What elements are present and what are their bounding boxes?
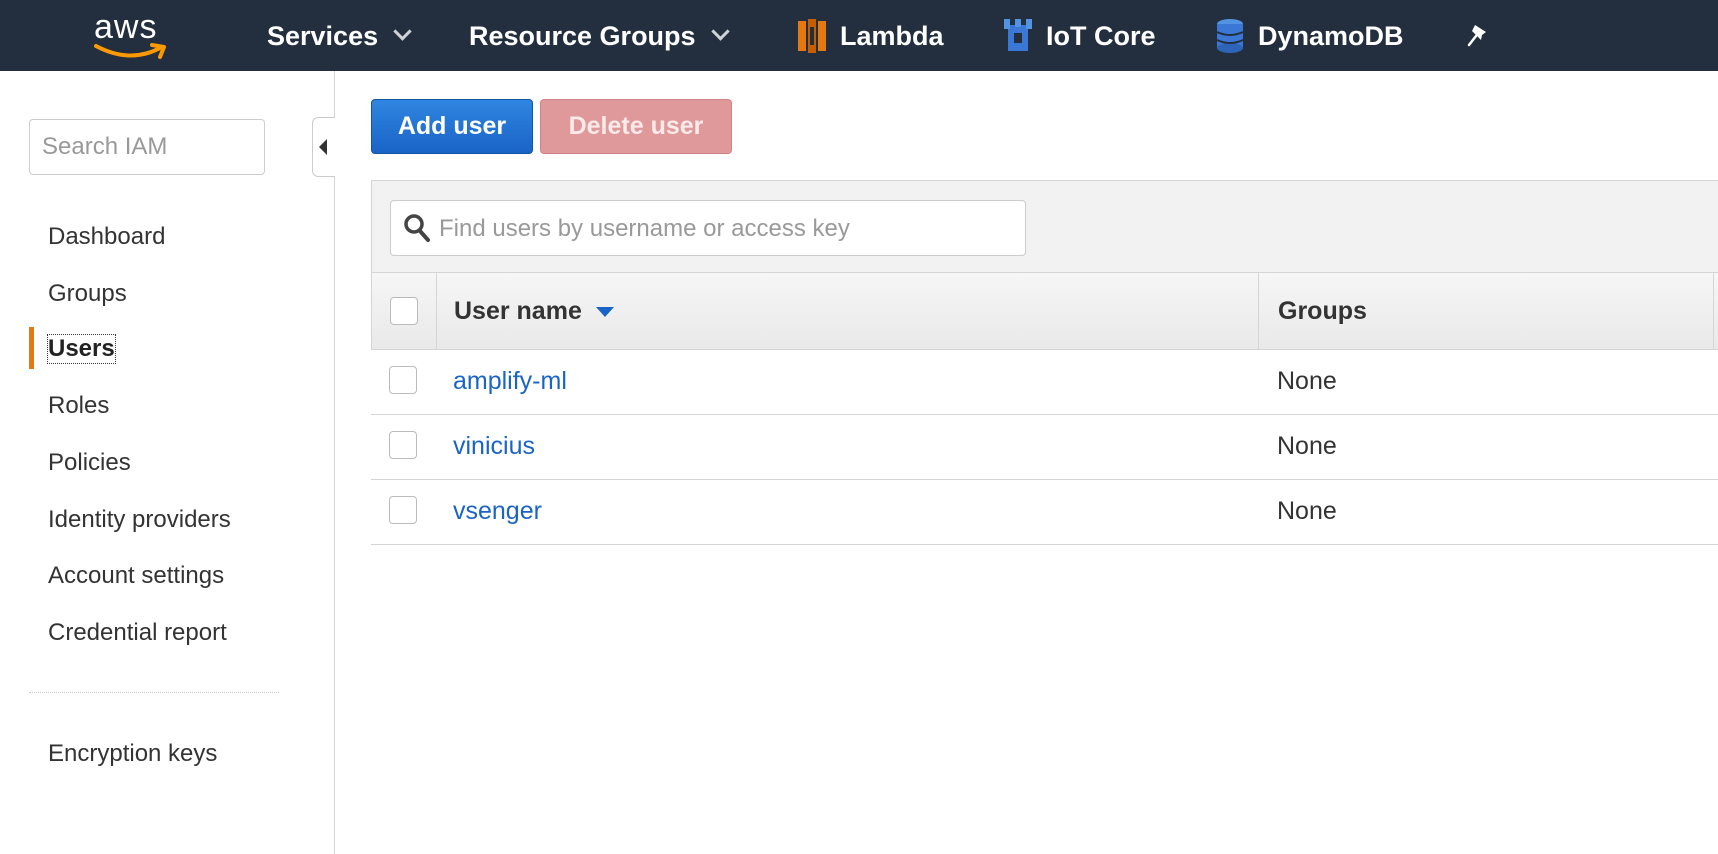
delete-user-button[interactable]: Delete user <box>540 99 732 154</box>
add-user-button[interactable]: Add user <box>371 99 533 154</box>
aws-smile-icon <box>94 43 166 59</box>
column-header-label: User name <box>454 297 582 325</box>
select-all-checkbox[interactable] <box>390 297 418 325</box>
column-divider <box>1258 273 1259 349</box>
sidebar-item-encryption-keys[interactable]: Encryption keys <box>48 740 217 768</box>
sidebar-item-dashboard[interactable]: Dashboard <box>48 223 165 251</box>
sidebar-item-users[interactable]: Users <box>47 334 116 364</box>
chevron-down-icon <box>710 21 730 41</box>
shortcut-label: Lambda <box>840 20 944 51</box>
find-users-search[interactable] <box>390 200 1026 257</box>
user-name-link[interactable]: vinicius <box>453 432 535 461</box>
shortcut-lambda[interactable]: Lambda <box>796 18 944 54</box>
search-iam-input[interactable] <box>29 119 265 175</box>
sidebar-divider <box>29 692 279 693</box>
user-name-link[interactable]: amplify-ml <box>453 367 567 396</box>
sidebar-item-groups[interactable]: Groups <box>48 280 127 308</box>
user-name-link[interactable]: vsenger <box>453 497 542 526</box>
shortcut-iot-core[interactable]: IoT Core <box>1002 18 1156 54</box>
row-checkbox[interactable] <box>389 496 417 524</box>
shortcut-label: DynamoDB <box>1258 20 1404 51</box>
collapse-sidebar-button[interactable] <box>312 117 335 177</box>
dynamodb-icon <box>1216 19 1244 53</box>
row-checkbox[interactable] <box>389 366 417 394</box>
iot-core-icon <box>1004 19 1032 51</box>
find-users-input[interactable] <box>437 201 1021 257</box>
pin-button[interactable] <box>1466 18 1490 54</box>
table-row: amplify-ml None <box>371 350 1718 415</box>
sidebar-item-roles[interactable]: Roles <box>48 392 109 420</box>
search-icon <box>404 214 430 242</box>
chevron-down-icon <box>393 21 412 41</box>
shortcut-dynamodb[interactable]: DynamoDB <box>1214 18 1404 54</box>
pin-icon <box>1467 25 1486 47</box>
iam-sidebar: Dashboard Groups Users Roles Policies Id… <box>0 71 335 854</box>
sidebar-item-credential-report[interactable]: Credential report <box>48 619 227 647</box>
user-groups-cell: None <box>1277 497 1337 525</box>
column-divider <box>1713 273 1714 349</box>
select-all-cell <box>372 273 437 349</box>
active-item-indicator <box>29 327 34 369</box>
column-header-groups[interactable]: Groups <box>1278 297 1367 326</box>
sort-descending-icon[interactable] <box>595 306 614 317</box>
sidebar-item-policies[interactable]: Policies <box>48 449 131 477</box>
row-checkbox[interactable] <box>389 431 417 459</box>
services-label: Services <box>267 20 379 51</box>
table-header: User name Groups <box>371 273 1718 350</box>
table-row: vsenger None <box>371 480 1718 545</box>
users-table: User name Groups amplify-ml None viniciu… <box>371 180 1718 545</box>
shortcut-label: IoT Core <box>1046 20 1156 51</box>
user-groups-cell: None <box>1277 367 1337 395</box>
table-row: vinicius None <box>371 415 1718 480</box>
aws-logo[interactable]: aws <box>92 8 172 60</box>
sidebar-item-identity-providers[interactable]: Identity providers <box>48 506 231 534</box>
table-toolbar <box>371 180 1718 273</box>
sidebar-item-account-settings[interactable]: Account settings <box>48 562 224 590</box>
resource-groups-menu[interactable]: Resource Groups <box>469 18 730 54</box>
top-navigation-bar: aws Services Resource Groups Lambda IoT <box>0 0 1718 71</box>
user-groups-cell: None <box>1277 432 1337 460</box>
resource-groups-label: Resource Groups <box>469 20 696 51</box>
lambda-icon <box>798 19 826 53</box>
services-menu[interactable]: Services <box>267 18 412 54</box>
column-header-user-name[interactable]: User name <box>454 297 614 326</box>
